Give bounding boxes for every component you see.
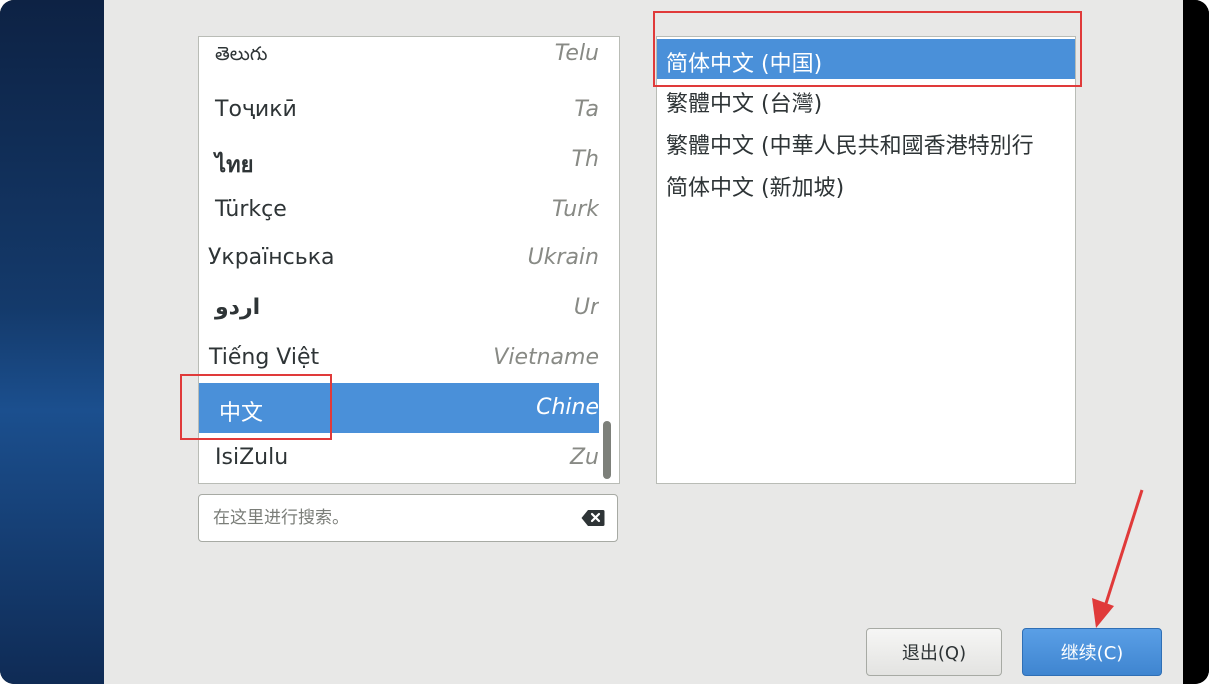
sidebar-background <box>0 0 104 684</box>
language-english-name: Turk <box>552 197 599 222</box>
pointer-arrow-icon <box>1092 489 1144 628</box>
language-item-thai[interactable]: ไทย Th <box>199 135 599 185</box>
locale-list[interactable]: 简体中文 (中国) 繁體中文 (台灣) 繁體中文 (中華人民共和國香港特別行 简… <box>656 36 1076 484</box>
language-native-name: اردو <box>215 295 261 320</box>
clear-backspace-icon[interactable] <box>581 509 605 527</box>
language-native-name: IsiZulu <box>215 445 289 470</box>
highlight-box-simplified-chinese <box>653 11 1082 87</box>
page-instruction-text <box>200 0 540 4</box>
language-native-name: Українська <box>208 245 335 270</box>
language-native-name: Тоҷикӣ <box>215 97 297 122</box>
highlight-box-chinese <box>180 374 332 440</box>
search-input[interactable] <box>211 503 575 533</box>
language-item-ukrainian[interactable]: Українська Ukrain <box>199 233 599 283</box>
language-search-field[interactable] <box>198 494 618 542</box>
language-list-scrollbar[interactable] <box>599 37 619 483</box>
locale-item-zh-hk[interactable]: 繁體中文 (中華人民共和國香港特別行 <box>657 121 1075 161</box>
language-english-name: Ta <box>574 97 599 122</box>
screen-edge <box>1183 0 1209 684</box>
locale-item-zh-sg[interactable]: 简体中文 (新加坡) <box>657 163 1075 203</box>
language-item-telugu[interactable]: తెలుగు Telu <box>199 37 599 85</box>
language-item-turkish[interactable]: Türkçe Turk <box>199 185 599 235</box>
locale-label: 繁體中文 (台灣) <box>666 92 823 117</box>
language-item-zulu[interactable]: IsiZulu Zu <box>199 433 599 483</box>
scrollbar-thumb[interactable] <box>603 421 611 479</box>
locale-label: 简体中文 (新加坡) <box>666 176 845 201</box>
language-english-name: Vietname <box>493 345 599 370</box>
quit-button[interactable]: 退出(Q) <box>866 628 1002 676</box>
language-native-name: తెలుగు <box>215 43 268 65</box>
language-english-name: Chine <box>536 395 599 420</box>
locale-label: 繁體中文 (中華人民共和國香港特別行 <box>666 134 1034 159</box>
language-english-name: Ukrain <box>527 245 599 270</box>
language-english-name: Zu <box>569 445 599 470</box>
language-item-tajik[interactable]: Тоҷикӣ Ta <box>199 85 599 135</box>
language-item-urdu[interactable]: اردو Ur <box>199 283 599 333</box>
language-english-name: Ur <box>573 295 599 320</box>
language-native-name: ไทย <box>215 153 254 178</box>
language-native-name: Türkçe <box>215 197 287 222</box>
language-english-name: Telu <box>554 41 599 66</box>
language-english-name: Th <box>571 147 599 172</box>
language-native-name: Tiếng Việt <box>209 345 320 370</box>
